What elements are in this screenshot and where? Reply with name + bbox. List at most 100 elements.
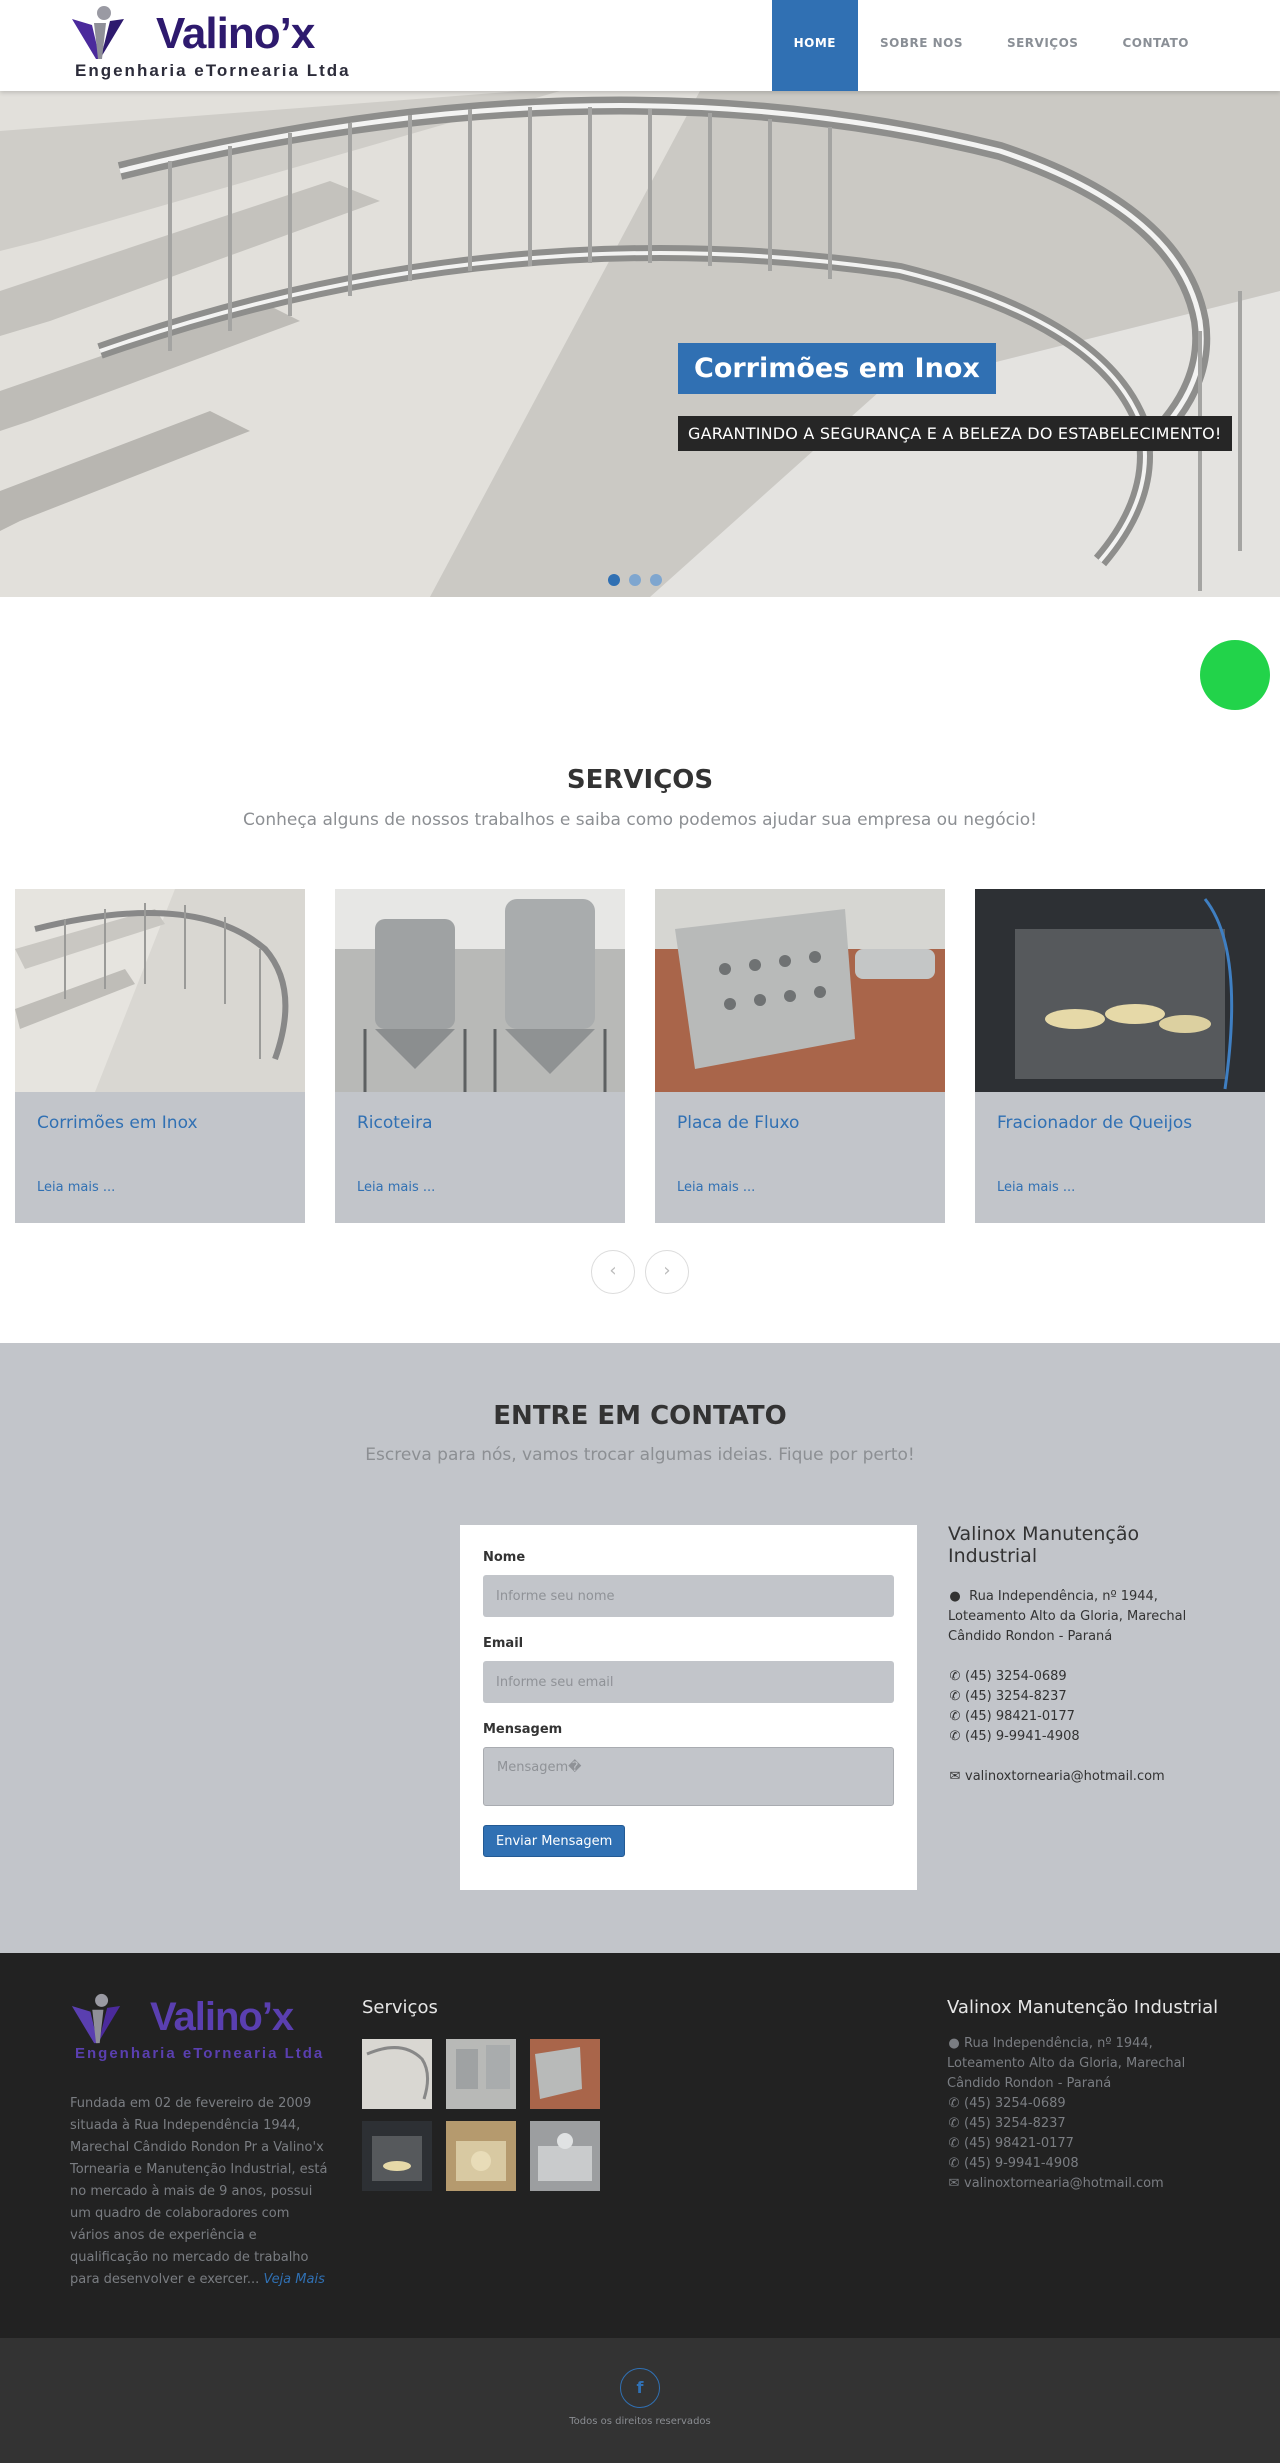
read-more-link[interactable]: Leia mais ... [357, 1180, 435, 1195]
hero-title: Corrimões em Inox [678, 343, 996, 394]
service-image-fracionador [975, 889, 1265, 1092]
services-carousel: Corrimões em Inox Leia mais ... Ricoteir… [15, 889, 1265, 1223]
envelope-icon: ✉ [949, 1769, 961, 1784]
logo-title: Valino’x [156, 9, 315, 58]
map-marker-icon: ● [949, 1589, 961, 1604]
phone-text: (45) 9-9941-4908 [965, 1729, 1080, 1744]
phone-icon: ✆ [949, 1709, 961, 1724]
envelope-icon: ✉ [948, 2176, 960, 2191]
service-card[interactable]: Corrimões em Inox Leia mais ... [15, 889, 305, 1223]
address-line: ● Rua Independência, nº 1944, Loteamento … [947, 2034, 1227, 2094]
logo-subtitle: Engenharia eTornearia Ltda [75, 61, 351, 80]
company-name: Valinox Manutenção Industrial [948, 1523, 1140, 1567]
phone-icon: ✆ [949, 1669, 961, 1684]
address-text: Rua Independência, nº 1944, Loteamento A… [947, 2036, 1186, 2091]
service-image-corrimoes [15, 889, 305, 1092]
see-more-link[interactable]: Veja Mais [263, 2272, 324, 2287]
services-title: SERVIÇOS [566, 765, 714, 795]
phone-icon: ✆ [949, 1689, 961, 1704]
chevron-left-icon[interactable]: ‹ [591, 1250, 635, 1294]
footer: Valino’x Engenharia eTornearia Ltda Fund… [0, 1953, 1280, 2338]
footer-contact-info: Valinox Manutenção Industrial ● Rua Indep… [947, 1997, 1227, 2194]
phone-text: (45) 3254-0689 [965, 1669, 1067, 1684]
nav-contato[interactable]: CONTATO [1100, 0, 1211, 91]
phone-line: ✆ (45) 9-9941-4908 [948, 1727, 1228, 1747]
message-textarea[interactable] [483, 1747, 894, 1806]
gallery-thumb[interactable] [530, 2121, 600, 2191]
service-card[interactable]: Placa de Fluxo Leia mais ... [655, 889, 945, 1223]
bottom-bar: f Todos os direitos reservados [0, 2338, 1280, 2463]
email-text[interactable]: valinoxtornearia@hotmail.com [965, 1769, 1165, 1784]
services-subtitle: Conheça alguns de nossos trabalhos e sai… [243, 810, 1037, 830]
phone-text: (45) 98421-0177 [964, 2136, 1074, 2151]
contact-title: ENTRE EM CONTATO [493, 1401, 787, 1431]
gallery-thumb[interactable] [446, 2121, 516, 2191]
address-text: Rua Independência, nº 1944, Loteamento A… [948, 1589, 1187, 1644]
phone-text: (45) 3254-8237 [964, 2116, 1066, 2131]
logo-mark-icon [71, 1993, 121, 2044]
slider-dot-2[interactable] [629, 574, 641, 586]
phone-text: (45) 98421-0177 [965, 1709, 1075, 1724]
service-title[interactable]: Ricoteira [357, 1113, 433, 1133]
phone-line: ✆ (45) 3254-8237 [948, 1687, 1228, 1707]
carousel-arrows: ‹ › [591, 1250, 689, 1294]
copyright-text: Todos os direitos reservados [569, 2416, 711, 2427]
phone-text: (45) 3254-0689 [964, 2096, 1066, 2111]
service-title[interactable]: Fracionador de Queijos [997, 1113, 1192, 1133]
phone-line: ✆ (45) 3254-0689 [947, 2094, 1227, 2114]
header: Valino’x Engenharia eTornearia Ltda HOME… [0, 0, 1280, 91]
phone-icon: ✆ [948, 2096, 960, 2111]
slider-dot-1[interactable] [608, 574, 620, 586]
phone-icon: ✆ [948, 2116, 960, 2131]
chevron-right-icon[interactable]: › [645, 1250, 689, 1294]
gallery-thumb[interactable] [446, 2039, 516, 2109]
footer-services-title: Serviços [362, 1997, 438, 2018]
service-card[interactable]: Fracionador de Queijos Leia mais ... [975, 889, 1265, 1223]
read-more-link[interactable]: Leia mais ... [37, 1180, 115, 1195]
phone-line: ✆ (45) 3254-0689 [948, 1667, 1228, 1687]
send-message-button[interactable]: Enviar Mensagem [483, 1825, 626, 1857]
whatsapp-button[interactable] [1200, 640, 1270, 710]
footer-company-name: Valinox Manutenção Industrial [947, 1997, 1219, 2018]
read-more-link[interactable]: Leia mais ... [997, 1180, 1075, 1195]
name-input[interactable] [483, 1575, 894, 1617]
main-nav: HOME SOBRE NOS SERVIÇOS CONTATO [771, 0, 1211, 91]
logo-title: Valino’x [150, 1995, 294, 2039]
service-image-placa-fluxo [655, 889, 945, 1092]
email-text[interactable]: valinoxtornearia@hotmail.com [964, 2176, 1164, 2191]
service-title[interactable]: Corrimões em Inox [37, 1113, 198, 1133]
slider-dots [608, 574, 662, 586]
slider-dot-3[interactable] [650, 574, 662, 586]
logo-mark-icon [72, 6, 124, 59]
map-marker-icon: ● [948, 2036, 960, 2051]
gallery-thumb[interactable] [362, 2039, 432, 2109]
nav-home[interactable]: HOME [771, 0, 858, 91]
about-text: Fundada em 02 de fevereiro de 2009 situa… [70, 2093, 330, 2291]
contact-subtitle: Escreva para nós, vamos trocar algumas i… [365, 1445, 915, 1465]
address-line: ● Rua Independência, nº 1944, Loteamento… [948, 1587, 1228, 1647]
hero-image [0, 91, 1280, 597]
service-card[interactable]: Ricoteira Leia mais ... [335, 889, 625, 1223]
phone-line: ✆ (45) 98421-0177 [947, 2134, 1227, 2154]
name-label: Nome [483, 1550, 526, 1565]
contact-section: ENTRE EM CONTATO Escreva para nós, vamos… [0, 1343, 1280, 1953]
nav-sobre-nos[interactable]: SOBRE NOS [858, 0, 985, 91]
email-label: Email [483, 1636, 524, 1651]
gallery-thumb[interactable] [530, 2039, 600, 2109]
phone-line: ✆ (45) 98421-0177 [948, 1707, 1228, 1727]
phone-line: ✆ (45) 3254-8237 [947, 2114, 1227, 2134]
email-line[interactable]: ✉ valinoxtornearia@hotmail.com [948, 1767, 1228, 1787]
hero-subtitle: GARANTINDO A SEGURANÇA E A BELEZA DO EST… [678, 416, 1232, 451]
phone-icon: ✆ [949, 1729, 961, 1744]
nav-servicos[interactable]: SERVIÇOS [985, 0, 1100, 91]
email-line[interactable]: ✉ valinoxtornearia@hotmail.com [947, 2174, 1227, 2194]
gallery-thumb[interactable] [362, 2121, 432, 2191]
logo-subtitle: Engenharia eTornearia Ltda [75, 2045, 325, 2062]
hero-slider[interactable]: Corrimões em Inox GARANTINDO A SEGURANÇA… [0, 91, 1280, 597]
footer-logo[interactable]: Valino’x Engenharia eTornearia Ltda [70, 1993, 340, 2068]
read-more-link[interactable]: Leia mais ... [677, 1180, 755, 1195]
service-title[interactable]: Placa de Fluxo [677, 1113, 799, 1133]
facebook-icon[interactable]: f [620, 2368, 660, 2408]
logo[interactable]: Valino’x Engenharia eTornearia Ltda [70, 5, 360, 85]
email-input[interactable] [483, 1661, 894, 1703]
